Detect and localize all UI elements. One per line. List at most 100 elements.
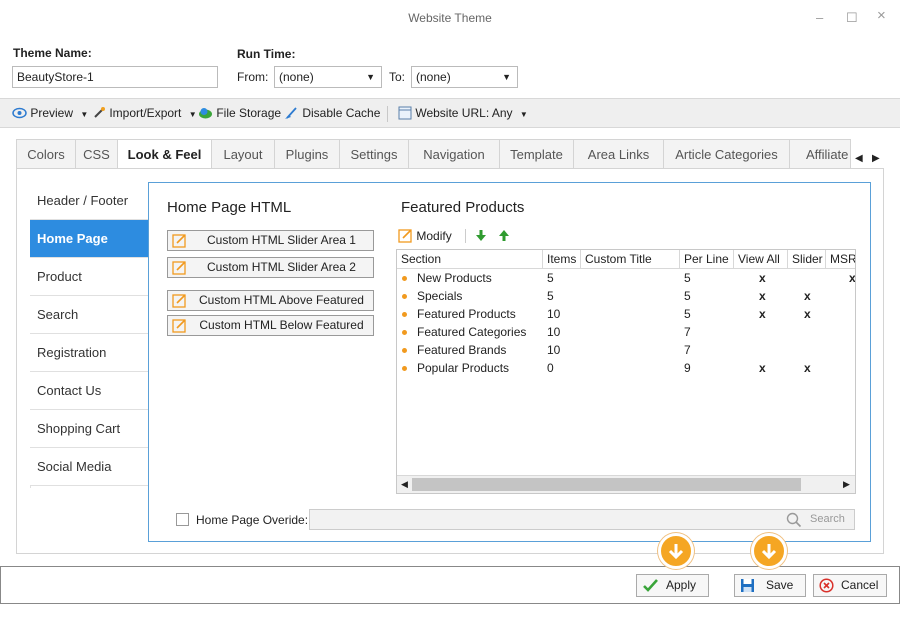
cell-per-line: 5: [684, 307, 691, 321]
tab-layout[interactable]: Layout: [211, 139, 275, 169]
custom-html-slider-area-2-button[interactable]: Custom HTML Slider Area 2: [167, 257, 374, 278]
file-storage-button[interactable]: File Storage: [198, 106, 281, 120]
apply-button[interactable]: Apply: [636, 574, 709, 597]
tab-css[interactable]: CSS: [75, 139, 118, 169]
bullet: [402, 294, 407, 299]
disable-cache-button[interactable]: Disable Cache: [284, 106, 380, 120]
import-export-menu[interactable]: Import/Export ▼: [92, 106, 197, 120]
tab-article-categories[interactable]: Article Categories: [663, 139, 790, 169]
file-storage-label: File Storage: [216, 106, 282, 120]
save-label: Save: [766, 578, 794, 592]
chevron-down-icon: ▼: [188, 110, 197, 119]
import-export-label: Import/Export: [109, 106, 182, 120]
custom-html-below-featured-button[interactable]: Custom HTML Below Featured: [167, 315, 374, 336]
column-header-custom-title[interactable]: Custom Title: [581, 250, 680, 269]
cell-slider: x: [804, 307, 811, 321]
sidebar-item-search[interactable]: Search: [30, 296, 148, 334]
tab-navigation[interactable]: Navigation: [408, 139, 500, 169]
sidebar-item-header-footer[interactable]: Header / Footer: [30, 182, 148, 220]
tab-scroll-left-icon[interactable]: ◀: [855, 153, 863, 164]
sidebar-item-product[interactable]: Product: [30, 258, 148, 296]
chevron-down-icon: ▼: [366, 72, 375, 82]
cloud-icon: [199, 108, 212, 119]
disable-cache-label: Disable Cache: [302, 106, 381, 120]
column-header-section[interactable]: Section: [397, 250, 543, 269]
arrow-up-icon: [499, 230, 509, 241]
tab-plugins[interactable]: Plugins: [274, 139, 340, 169]
chevron-down-icon: ▼: [80, 110, 89, 119]
edit-icon: [172, 319, 186, 333]
maximize-button[interactable]: ☐: [846, 10, 858, 26]
cell-items: 10: [547, 325, 561, 339]
divider: [465, 229, 466, 243]
featured-products-grid: Section Items Custom Title Per Line View…: [396, 249, 856, 494]
override-search-field[interactable]: Search: [309, 509, 855, 530]
website-url-menu[interactable]: Website URL: Any ▼: [398, 106, 528, 120]
cell-view-all: x: [759, 307, 766, 321]
cell-per-line: 7: [684, 343, 691, 357]
arrow-down-icon: [476, 230, 486, 241]
sidebar-item-registration[interactable]: Registration: [30, 334, 148, 372]
cell-per-line: 9: [684, 361, 691, 375]
table-row[interactable]: Popular Products 0 9 x x: [397, 359, 855, 377]
sidebar-item-contact-us[interactable]: Contact Us: [30, 372, 148, 410]
tab-scroll-right-icon[interactable]: ▶: [872, 153, 880, 164]
move-up-button[interactable]: [499, 230, 509, 244]
cancel-icon: [819, 578, 834, 593]
cell-view-all: x: [759, 271, 766, 285]
toolbar-divider: [387, 106, 388, 122]
cell-section: Popular Products: [417, 361, 510, 375]
table-row[interactable]: Specials 5 5 x x: [397, 287, 855, 305]
column-header-per-line[interactable]: Per Line: [680, 250, 734, 269]
button-label: Custom HTML Slider Area 1: [207, 233, 356, 247]
table-row[interactable]: Featured Products 10 5 x x: [397, 305, 855, 323]
column-header-view-all[interactable]: View All: [734, 250, 788, 269]
column-header-slider[interactable]: Slider: [788, 250, 826, 269]
table-row[interactable]: Featured Categories 10 7: [397, 323, 855, 341]
scrollbar-thumb[interactable]: [412, 478, 801, 491]
apply-label: Apply: [666, 578, 697, 592]
sidebar-item-home-page[interactable]: Home Page: [30, 220, 148, 258]
tab-look-and-feel[interactable]: Look & Feel: [117, 139, 212, 170]
tab-colors[interactable]: Colors: [16, 139, 76, 169]
horizontal-scrollbar[interactable]: ◀ ▶: [397, 475, 855, 493]
scroll-left-icon[interactable]: ◀: [401, 479, 408, 490]
minimize-button[interactable]: –: [816, 10, 823, 25]
close-window-button[interactable]: ×: [877, 7, 886, 24]
tab-settings[interactable]: Settings: [339, 139, 409, 169]
bullet: [402, 366, 407, 371]
modify-button[interactable]: Modify: [398, 227, 452, 245]
modify-label: Modify: [416, 229, 452, 243]
cell-section: Featured Products: [417, 307, 516, 321]
custom-html-above-featured-button[interactable]: Custom HTML Above Featured: [167, 290, 374, 311]
tab-area-links[interactable]: Area Links: [573, 139, 664, 169]
preview-menu[interactable]: Preview ▼: [12, 106, 88, 120]
custom-html-slider-area-1-button[interactable]: Custom HTML Slider Area 1: [167, 230, 374, 251]
tab-affiliate[interactable]: Affiliate: [789, 139, 851, 169]
home-page-html-title: Home Page HTML: [167, 199, 292, 216]
to-select[interactable]: (none) ▼: [411, 66, 518, 88]
bullet: [402, 276, 407, 281]
home-page-override-checkbox[interactable]: [176, 513, 189, 526]
search-icon: [786, 512, 802, 528]
website-url-label: Website URL: Any: [415, 106, 513, 120]
sidebar-item-social-media[interactable]: Social Media: [30, 448, 148, 486]
from-select[interactable]: (none) ▼: [274, 66, 382, 88]
cell-per-line: 5: [684, 271, 691, 285]
web-page-icon: [398, 106, 412, 120]
column-header-items[interactable]: Items: [543, 250, 581, 269]
cancel-label: Cancel: [841, 578, 879, 592]
from-label: From:: [237, 70, 269, 84]
table-row[interactable]: New Products 5 5 x x: [397, 269, 855, 287]
save-button[interactable]: Save: [734, 574, 806, 597]
theme-name-input[interactable]: BeautyStore-1: [12, 66, 218, 88]
column-header-msr[interactable]: MSR: [826, 250, 855, 269]
move-down-button[interactable]: [476, 230, 486, 244]
run-time-label: Run Time:: [237, 47, 296, 61]
cancel-button[interactable]: Cancel: [813, 574, 887, 597]
scroll-right-icon[interactable]: ▶: [843, 479, 850, 490]
sidebar-item-shopping-cart[interactable]: Shopping Cart: [30, 410, 148, 448]
table-row[interactable]: Featured Brands 10 7: [397, 341, 855, 359]
cell-view-all: x: [759, 289, 766, 303]
tab-template[interactable]: Template: [499, 139, 574, 169]
